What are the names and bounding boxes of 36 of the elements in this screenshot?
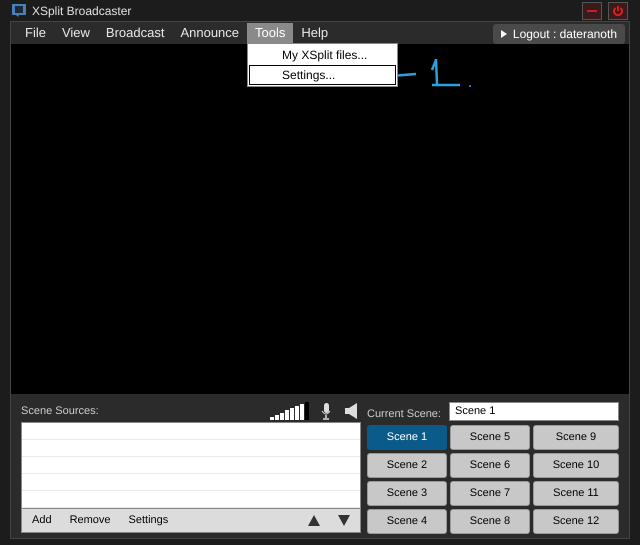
window-title: XSplit Broadcaster bbox=[32, 2, 132, 20]
scene-button[interactable]: Scene 4 bbox=[367, 509, 447, 534]
menu-item[interactable]: File bbox=[17, 23, 54, 43]
scene-button[interactable]: Scene 3 bbox=[367, 481, 447, 506]
scene-button[interactable]: Scene 9 bbox=[532, 425, 619, 450]
scene-button[interactable]: Scene 1 bbox=[367, 425, 447, 450]
scene-button[interactable]: Scene 10 bbox=[532, 453, 619, 478]
dropdown-item[interactable]: My XSplit files... bbox=[249, 45, 396, 65]
scene-sources-label: Scene Sources: bbox=[21, 404, 99, 419]
scene-button[interactable]: Scene 7 bbox=[450, 481, 530, 506]
scene-button[interactable]: Scene 6 bbox=[450, 453, 530, 478]
scene-button[interactable]: Scene 5 bbox=[450, 425, 530, 450]
logout-button[interactable]: Logout : dateranoth bbox=[492, 24, 625, 44]
play-icon bbox=[500, 30, 507, 38]
scene-button[interactable]: Scene 11 bbox=[532, 481, 619, 506]
menu-item[interactable]: Announce bbox=[172, 23, 248, 43]
minimize-button[interactable] bbox=[582, 2, 602, 20]
source-action-button[interactable]: Settings bbox=[128, 512, 168, 529]
dropdown-item[interactable]: Settings... bbox=[249, 65, 396, 85]
current-scene-field[interactable]: Scene 1 bbox=[448, 402, 619, 420]
menu-item[interactable]: Broadcast bbox=[98, 23, 172, 43]
power-button[interactable] bbox=[608, 2, 628, 20]
scene-button[interactable]: Scene 2 bbox=[367, 453, 447, 478]
source-action-button[interactable]: Remove bbox=[70, 512, 111, 529]
move-down-icon[interactable] bbox=[338, 515, 350, 526]
speaker-icon[interactable] bbox=[345, 403, 357, 419]
menu-item[interactable]: Help bbox=[293, 23, 336, 43]
source-action-button[interactable]: Add bbox=[32, 512, 52, 529]
power-icon bbox=[612, 4, 624, 16]
scene-button[interactable]: Scene 8 bbox=[450, 509, 530, 534]
microphone-icon[interactable] bbox=[321, 402, 331, 420]
move-up-icon[interactable] bbox=[308, 515, 320, 526]
app-logo-icon bbox=[12, 4, 26, 17]
current-scene-label: Current Scene: bbox=[367, 406, 441, 422]
scene-button[interactable]: Scene 12 bbox=[532, 509, 619, 534]
menu-item[interactable]: View bbox=[54, 23, 98, 43]
